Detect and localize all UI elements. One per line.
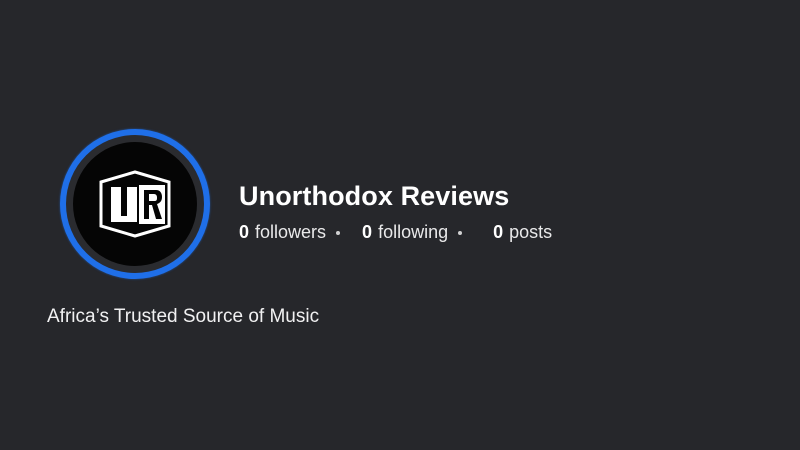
profile-name[interactable]: Unorthodox Reviews — [239, 178, 552, 214]
profile-bio: Africa’s Trusted Source of Music — [47, 306, 320, 327]
following-stat[interactable]: 0 following — [362, 220, 448, 244]
posts-stat[interactable]: 0 posts — [493, 220, 552, 244]
followers-stat[interactable]: 0 followers — [239, 220, 326, 244]
followers-count: 0 — [239, 222, 250, 242]
posts-label: posts — [509, 222, 553, 242]
profile-stats: 0 followers 0 following 0 posts — [239, 220, 552, 244]
profile-header: Unorthodox Reviews 0 followers 0 followi… — [0, 0, 800, 450]
posts-count: 0 — [493, 222, 504, 242]
profile-info: Unorthodox Reviews 0 followers 0 followi… — [239, 178, 552, 244]
avatar-ring-gap — [66, 135, 204, 273]
following-label: following — [378, 222, 449, 242]
followers-label: followers — [255, 222, 327, 242]
ur-logo-icon — [73, 142, 197, 266]
avatar[interactable] — [60, 129, 210, 279]
separator-dot — [336, 231, 341, 235]
following-count: 0 — [362, 222, 373, 242]
separator-dot — [458, 231, 463, 235]
